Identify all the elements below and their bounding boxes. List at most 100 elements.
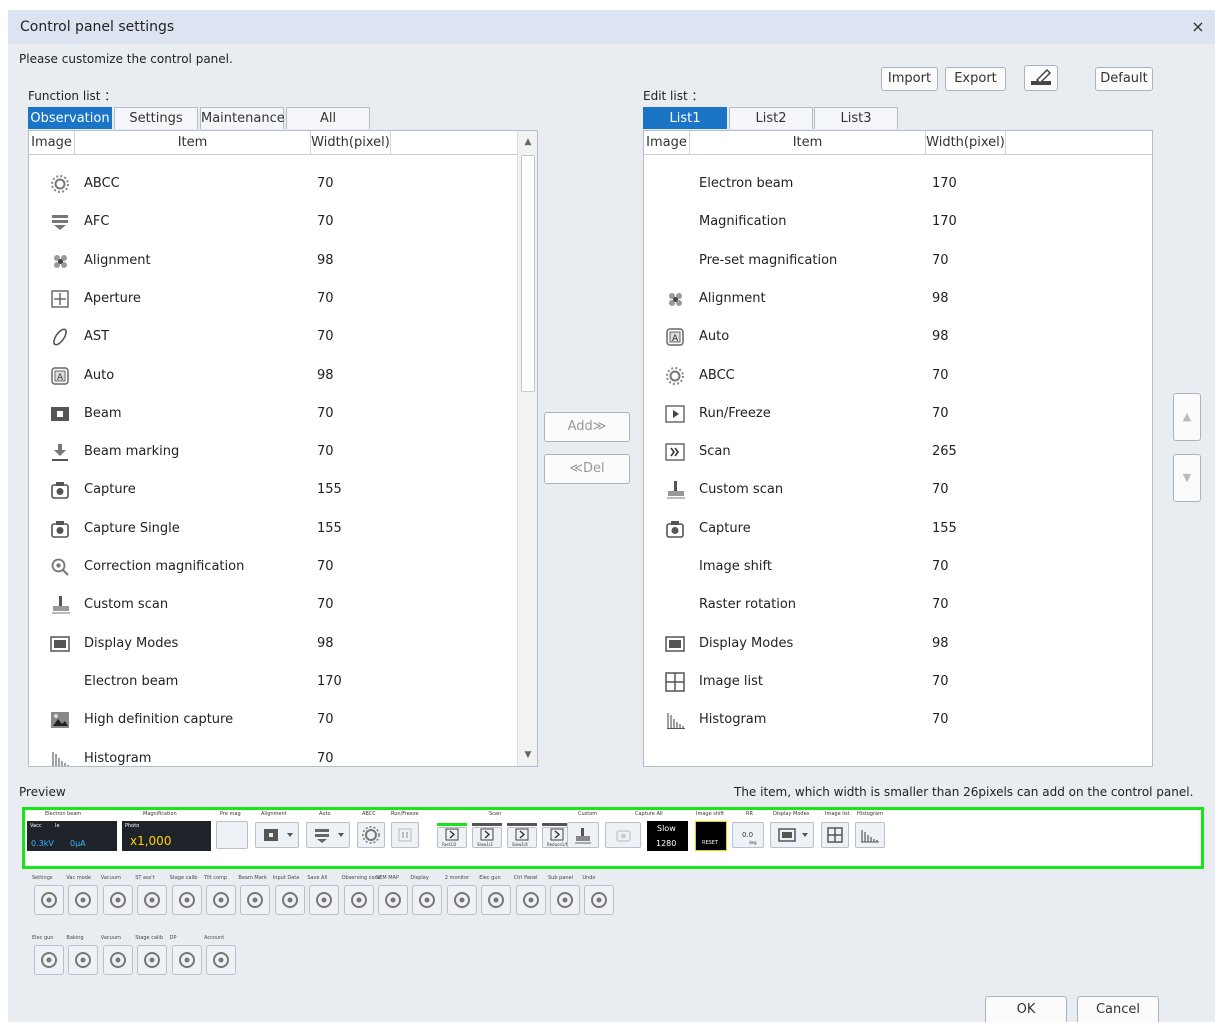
tab-observation[interactable]: Observation — [28, 107, 112, 129]
edit_list-row[interactable]: A Auto 98 — [644, 318, 1130, 356]
function_list-row[interactable]: Correction magnification 70 — [29, 548, 515, 586]
del-button[interactable]: ≪Del — [544, 454, 630, 484]
edit_list-row[interactable]: ABCC 70 — [644, 357, 1130, 395]
function_list-row[interactable]: Alignment 98 — [29, 242, 515, 280]
scroll-up-arrow[interactable]: ▲ — [518, 133, 537, 151]
sub-panel-button[interactable] — [309, 885, 340, 915]
edit_list-row[interactable]: Capture 155 — [644, 510, 1130, 548]
move-down-button[interactable]: ▼ — [1173, 454, 1201, 502]
function-list-scrollbar[interactable]: ▲ ▼ — [517, 131, 537, 766]
abcc-button[interactable] — [357, 822, 385, 848]
sub-panel-button[interactable] — [68, 945, 99, 975]
scroll-down-arrow[interactable]: ▼ — [518, 746, 537, 764]
display-modes-button[interactable] — [770, 822, 814, 848]
sub-panel-button[interactable] — [550, 885, 580, 915]
svg-text:A: A — [672, 334, 679, 344]
alignment-button[interactable] — [255, 822, 299, 848]
tab-list1[interactable]: List1 — [643, 107, 727, 129]
sub-panel-button[interactable] — [34, 945, 64, 975]
capture-button[interactable] — [605, 822, 641, 848]
move-up-button[interactable]: ▲ — [1173, 393, 1201, 441]
edit_list-row[interactable]: Custom scan 70 — [644, 471, 1130, 509]
baking-icon — [75, 952, 92, 968]
sub-panel-button[interactable] — [343, 885, 374, 915]
edit_list-row[interactable]: Histogram 70 — [644, 701, 1130, 739]
edit_list-row[interactable]: Display Modes 98 — [644, 625, 1130, 663]
beam-marking-icon — [49, 441, 71, 463]
edit_list-row[interactable]: Magnification 170 — [644, 203, 1130, 241]
magnification-display[interactable]: Photo x1,000 — [122, 821, 211, 851]
function_list-row[interactable]: Display Modes 98 — [29, 625, 515, 663]
sub-panel-button[interactable] — [34, 885, 64, 915]
close-icon[interactable]: × — [1187, 16, 1209, 38]
function_list-row[interactable]: Aperture 70 — [29, 280, 515, 318]
export-button[interactable]: Export — [945, 67, 1006, 91]
function_list-row[interactable]: High definition capture 70 — [29, 701, 515, 739]
sub-panel-button[interactable] — [206, 945, 236, 975]
edit_list-row[interactable]: Pre-set magnification 70 — [644, 242, 1130, 280]
function_list-row[interactable]: Capture 155 — [29, 471, 515, 509]
sub-panel-button[interactable] — [515, 885, 546, 915]
edit_list-row[interactable]: Electron beam 170 — [644, 165, 1130, 203]
image-list-button[interactable] — [821, 822, 849, 848]
custom-scan-button[interactable] — [567, 822, 599, 848]
cancel-button[interactable]: Cancel — [1077, 996, 1159, 1022]
capture-mode-display[interactable]: Slow 1280 — [647, 821, 688, 851]
function_list-row[interactable]: Capture Single 155 — [29, 510, 515, 548]
scan-speed-button[interactable]: Fast1/2 — [437, 827, 467, 848]
preview-label-image-list: Image list — [825, 811, 850, 817]
scroll-thumb[interactable] — [521, 155, 535, 392]
raster-rotation-button[interactable]: 0.0 deg — [732, 822, 764, 848]
scan-speed-button[interactable]: Slow1/4 — [507, 827, 537, 848]
sub-panel-button[interactable] — [171, 945, 202, 975]
run-freeze-button[interactable] — [391, 822, 419, 848]
tab-all[interactable]: All — [286, 107, 370, 129]
default-button[interactable]: Default — [1095, 67, 1153, 91]
tab-maintenance[interactable]: Maintenance — [200, 107, 285, 129]
sub-panel-button[interactable] — [68, 885, 99, 915]
sub-panel-button[interactable] — [274, 885, 305, 915]
edit-button[interactable] — [1024, 65, 1058, 91]
import-button[interactable]: Import — [881, 67, 938, 91]
add-button[interactable]: Add≫ — [544, 412, 630, 442]
tab-settings[interactable]: Settings — [114, 107, 198, 129]
edit_list-row[interactable]: Image shift 70 — [644, 548, 1130, 586]
function_list-row[interactable]: AFC 70 — [29, 203, 515, 241]
sub-panel-button[interactable] — [102, 945, 133, 975]
sub-panel-button[interactable] — [584, 885, 615, 915]
edit_list-row[interactable]: Run/Freeze 70 — [644, 395, 1130, 433]
sub-panel-button[interactable] — [412, 885, 443, 915]
function_list-row[interactable]: A Auto 98 — [29, 357, 515, 395]
sub-panel-button[interactable] — [481, 885, 512, 915]
edit_list-row[interactable]: Alignment 98 — [644, 280, 1130, 318]
sub-panel-button[interactable] — [171, 885, 202, 915]
function_list-row[interactable]: Electron beam 170 — [29, 663, 515, 701]
sub-panel-button[interactable] — [137, 945, 168, 975]
function_list-row[interactable]: Custom scan 70 — [29, 586, 515, 624]
tab-list3[interactable]: List3 — [814, 107, 898, 129]
edit_list-row[interactable]: Raster rotation 70 — [644, 586, 1130, 624]
sub-panel-button[interactable] — [102, 885, 133, 915]
histogram-button[interactable] — [855, 822, 885, 848]
image-shift-reset-button[interactable]: RESET — [695, 821, 727, 851]
function_list-row[interactable]: Beam 70 — [29, 395, 515, 433]
scan-speed-button[interactable]: Slow1/2 — [472, 827, 502, 848]
row-width-value: 98 — [932, 290, 949, 306]
function_list-row[interactable]: Histogram 70 — [29, 740, 515, 766]
function_list-row[interactable]: ABCC 70 — [29, 165, 515, 203]
function_list-row[interactable]: AST 70 — [29, 318, 515, 356]
sub-panel-button[interactable] — [240, 885, 271, 915]
scan-active-indicator — [437, 823, 467, 826]
electron-beam-display[interactable]: Vacc Ie 0.3kV 0μA — [27, 821, 117, 851]
tab-list2[interactable]: List2 — [729, 107, 813, 129]
ok-button[interactable]: OK — [985, 996, 1067, 1022]
edit_list-row[interactable]: Scan 265 — [644, 433, 1130, 471]
function_list-row[interactable]: Beam marking 70 — [29, 433, 515, 471]
edit_list-row[interactable]: Image list 70 — [644, 663, 1130, 701]
pre-mag-button[interactable] — [216, 821, 248, 849]
sub-panel-button[interactable] — [206, 885, 236, 915]
sub-panel-button[interactable] — [446, 885, 477, 915]
sub-panel-button[interactable] — [378, 885, 408, 915]
auto-button[interactable] — [306, 822, 350, 848]
sub-panel-button[interactable] — [137, 885, 168, 915]
